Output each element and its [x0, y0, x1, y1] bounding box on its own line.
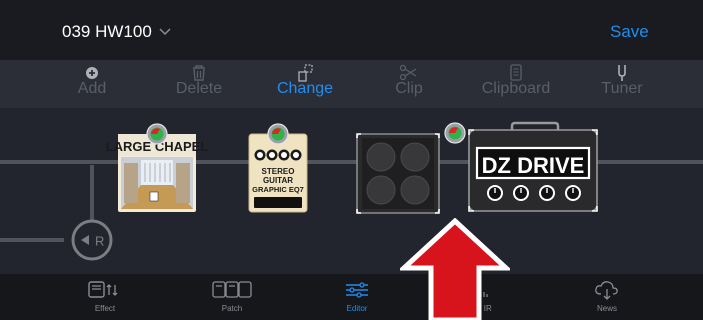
signal-chain: R LARGE CHAPEL STEREO GUITAR GRAPHIC EQ7…	[0, 108, 703, 274]
tuner-button[interactable]: Tuner	[572, 60, 672, 108]
chevron-down-icon[interactable]	[158, 26, 172, 36]
tab-patch-label: Patch	[221, 304, 243, 313]
eq-label-line-1: STEREO	[262, 167, 295, 176]
tab-effect-label: Effect	[94, 304, 116, 313]
add-button[interactable]: Add	[42, 60, 142, 108]
clip-button[interactable]: Clip	[359, 60, 459, 108]
tuner-label: Tuner	[601, 80, 643, 97]
amp-head-effect[interactable]: DZ DRIVE	[468, 121, 598, 212]
sliders-icon	[312, 279, 402, 303]
clipboard-label: Clipboard	[481, 80, 551, 97]
tab-effect[interactable]: Effect	[60, 274, 150, 320]
clip-label: Clip	[395, 80, 423, 97]
reverb-effect[interactable]: LARGE CHAPEL	[106, 134, 209, 212]
red-arrow-annotation	[400, 218, 510, 320]
reverb-status-icon	[146, 123, 168, 145]
eq-label-line-3: GRAPHIC EQ7	[252, 185, 304, 194]
tab-editor[interactable]: Editor	[312, 274, 402, 320]
effect-icon	[60, 279, 150, 303]
delete-label: Delete	[175, 80, 223, 97]
change-label: Change	[276, 80, 334, 97]
return-node[interactable]: R	[71, 219, 113, 261]
edit-toolbar: Add Delete Change Clip Clipboard Tuner	[0, 60, 703, 108]
tab-patch[interactable]: Patch	[187, 274, 277, 320]
patch-icon	[187, 279, 277, 303]
change-button[interactable]: Change	[255, 60, 355, 108]
top-bar: 039 HW100 Save	[0, 0, 703, 60]
tab-news[interactable]: News	[562, 274, 652, 320]
graphic-eq-effect[interactable]: STEREO GUITAR GRAPHIC EQ7	[248, 133, 308, 213]
cloud-download-icon	[562, 279, 652, 303]
clipboard-button[interactable]: Clipboard	[466, 60, 566, 108]
preset-name[interactable]: 039 HW100	[62, 22, 152, 42]
add-label: Add	[77, 80, 107, 97]
speaker-cabinet-effect[interactable]	[356, 133, 440, 214]
delete-button[interactable]: Delete	[149, 60, 249, 108]
eq-label-line-2: GUITAR	[263, 176, 293, 185]
cabinet-status-icon	[444, 122, 466, 144]
bottom-tab-bar: Effect Patch Editor ort IR News	[0, 274, 703, 320]
tab-news-label: News	[596, 304, 617, 313]
tab-editor-label: Editor	[346, 304, 368, 313]
amp-label: DZ DRIVE	[482, 153, 585, 178]
return-label: R	[95, 234, 104, 249]
eq-status-icon	[267, 123, 289, 145]
editor-screen: 039 HW100 Save Add Delete Change Clip Cl…	[0, 0, 703, 320]
save-button[interactable]: Save	[610, 22, 649, 42]
